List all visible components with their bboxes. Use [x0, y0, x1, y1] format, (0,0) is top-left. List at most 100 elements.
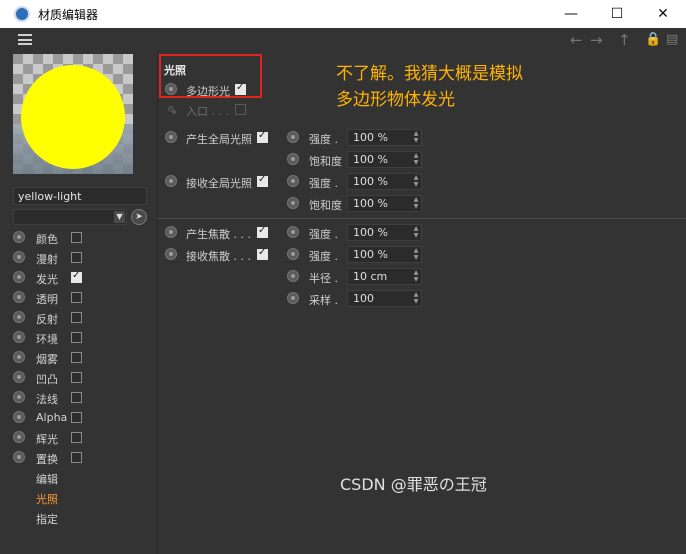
channel-label: 法线 — [36, 393, 58, 406]
channel-checkbox[interactable] — [71, 432, 82, 443]
radio[interactable] — [287, 226, 299, 238]
channel-radio[interactable] — [13, 451, 25, 463]
param-field[interactable]: 100 ▲ ▼ — [347, 290, 422, 307]
radio[interactable] — [287, 197, 299, 209]
channel-color[interactable]: 颜色 — [13, 229, 148, 247]
channel-radio[interactable] — [13, 391, 25, 403]
tab-editor[interactable]: 编辑 — [36, 471, 58, 487]
material-dropdown[interactable]: ▼ — [13, 209, 127, 225]
channel-displacement[interactable]: 置换 — [13, 449, 148, 467]
param-field[interactable]: 10 cm ▲ ▼ — [347, 268, 422, 285]
spinner-icon[interactable]: ▲ ▼ — [412, 174, 420, 189]
param-field[interactable]: 100 % ▲ ▼ — [347, 173, 422, 190]
tab-assignment[interactable]: 指定 — [36, 511, 58, 527]
param-field[interactable]: 100 % ▲ ▼ — [347, 246, 422, 263]
param-field[interactable]: 100 % ▲ ▼ — [347, 195, 422, 212]
spinner-icon[interactable]: ▲ ▼ — [412, 152, 420, 167]
spinner-icon[interactable]: ▲ ▼ — [412, 225, 420, 240]
maximize-button[interactable]: ☐ — [594, 0, 640, 28]
spinner-icon[interactable]: ▲ ▼ — [412, 269, 420, 284]
param-row[interactable]: 饱和度 100 % ▲ ▼ — [287, 151, 557, 169]
channel-luminance[interactable]: 发光 — [13, 269, 148, 287]
radio[interactable] — [165, 226, 177, 238]
up-arrow-icon[interactable]: ↑ — [618, 31, 631, 49]
param-row[interactable]: 饱和度 100 % ▲ ▼ — [287, 195, 557, 213]
radio[interactable] — [165, 175, 177, 187]
menu-icon[interactable] — [18, 34, 32, 45]
radio[interactable] — [168, 106, 176, 114]
material-name-field[interactable]: yellow-light — [13, 187, 147, 205]
channel-checkbox[interactable] — [71, 392, 82, 403]
channel-radio[interactable] — [13, 431, 25, 443]
channel-checkbox[interactable] — [71, 252, 82, 263]
channel-checkbox[interactable] — [71, 412, 82, 423]
spinner-icon[interactable]: ▲ ▼ — [412, 196, 420, 211]
radio[interactable] — [287, 175, 299, 187]
channel-radio[interactable] — [13, 251, 25, 263]
radio[interactable] — [165, 83, 177, 95]
param-row[interactable]: 半径 . 10 cm ▲ ▼ — [287, 268, 557, 286]
radio[interactable] — [287, 270, 299, 282]
param-row[interactable]: 强度 . 100 % ▲ ▼ — [287, 129, 557, 147]
channel-bump[interactable]: 凹凸 — [13, 369, 148, 387]
channel-radio[interactable] — [13, 351, 25, 363]
param-row[interactable]: 强度 . 100 % ▲ ▼ — [287, 173, 557, 191]
channel-checkbox[interactable] — [71, 372, 82, 383]
channel-radio[interactable] — [13, 311, 25, 323]
channel-radio[interactable] — [13, 371, 25, 383]
polygon-light-checkbox[interactable] — [235, 82, 246, 95]
minimize-button[interactable]: — — [548, 0, 594, 28]
radio[interactable] — [165, 131, 177, 143]
portal-checkbox[interactable] — [235, 104, 246, 115]
caustics-generate-checkbox[interactable] — [257, 225, 268, 238]
channel-diffusion[interactable]: 漫射 — [13, 249, 148, 267]
channel-checkbox[interactable] — [71, 332, 82, 343]
channel-alpha[interactable]: Alpha — [13, 409, 148, 427]
channel-checkbox[interactable] — [71, 270, 82, 283]
param-field[interactable]: 100 % ▲ ▼ — [347, 224, 422, 241]
channel-checkbox[interactable] — [71, 232, 82, 243]
back-arrow-icon[interactable]: ← — [570, 31, 583, 49]
tab-illumination[interactable]: 光照 — [36, 491, 58, 507]
forward-arrow-icon[interactable]: → — [590, 31, 603, 49]
channel-fog[interactable]: 烟雾 — [13, 349, 148, 367]
spinner-icon[interactable]: ▲ ▼ — [412, 247, 420, 262]
channel-checkbox[interactable] — [71, 292, 82, 303]
spinner-icon[interactable]: ▲ ▼ — [412, 130, 420, 145]
channel-environment[interactable]: 环境 — [13, 329, 148, 347]
picker-icon[interactable]: ➤ — [131, 209, 147, 225]
param-field[interactable]: 100 % ▲ ▼ — [347, 151, 422, 168]
channel-normal[interactable]: 法线 — [13, 389, 148, 407]
radio[interactable] — [287, 248, 299, 260]
param-row[interactable]: 采样 . 100 ▲ ▼ — [287, 290, 557, 308]
param-row[interactable]: 强度 . 100 % ▲ ▼ — [287, 224, 557, 242]
lock-icon[interactable]: 🔒 — [645, 32, 661, 47]
channel-radio[interactable] — [13, 231, 25, 243]
channel-checkbox[interactable] — [71, 452, 82, 463]
gi-receive-checkbox[interactable] — [257, 174, 268, 187]
channel-radio[interactable] — [13, 331, 25, 343]
divider — [158, 218, 686, 219]
channel-transparency[interactable]: 透明 — [13, 289, 148, 307]
channel-label: 反射 — [36, 313, 58, 326]
param-row[interactable]: 强度 . 100 % ▲ ▼ — [287, 246, 557, 264]
channel-reflectance[interactable]: 反射 — [13, 309, 148, 327]
channel-glow[interactable]: 辉光 — [13, 429, 148, 447]
param-field[interactable]: 100 % ▲ ▼ — [347, 129, 422, 146]
radio[interactable] — [287, 131, 299, 143]
material-preview[interactable] — [13, 54, 133, 174]
channel-radio[interactable] — [13, 411, 25, 423]
channel-radio[interactable] — [13, 291, 25, 303]
spinner-icon[interactable]: ▲ ▼ — [412, 291, 420, 306]
gi-generate-checkbox[interactable] — [257, 130, 268, 143]
channel-checkbox[interactable] — [71, 312, 82, 323]
channel-checkbox[interactable] — [71, 352, 82, 363]
caustics-receive-checkbox[interactable] — [257, 247, 268, 260]
radio[interactable] — [165, 248, 177, 260]
channel-radio[interactable] — [13, 271, 25, 283]
radio[interactable] — [287, 292, 299, 304]
radio[interactable] — [287, 153, 299, 165]
new-window-icon[interactable]: ▤ — [666, 32, 678, 47]
close-button[interactable]: ✕ — [640, 0, 686, 28]
chevron-down-icon[interactable]: ▼ — [114, 211, 125, 223]
